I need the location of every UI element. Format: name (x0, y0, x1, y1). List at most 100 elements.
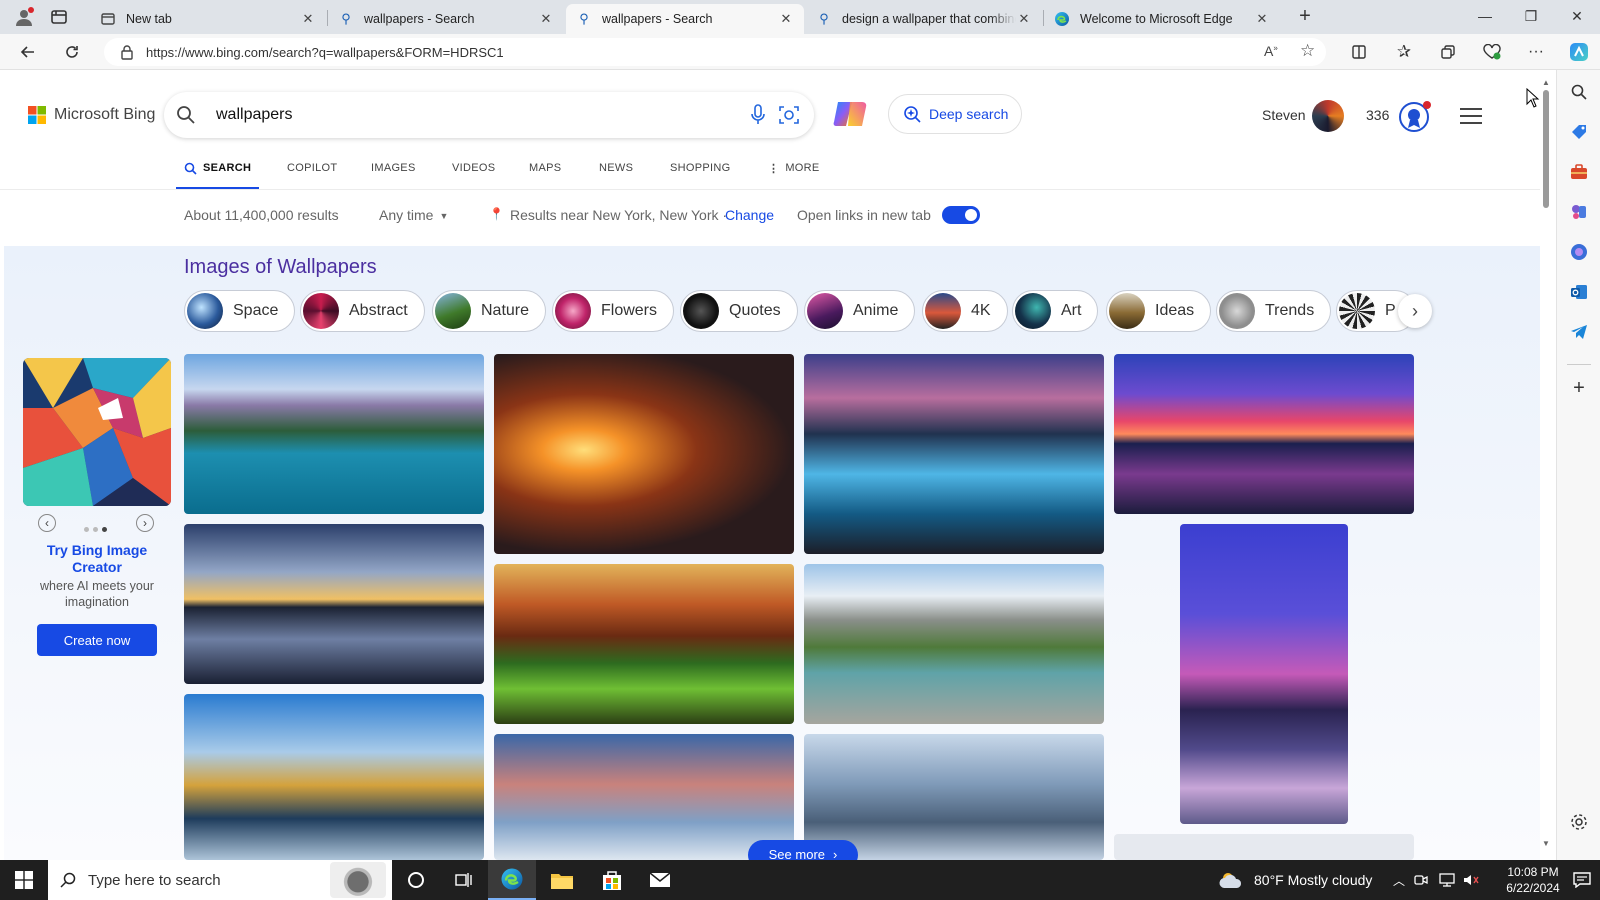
close-tab-icon[interactable]: ✕ (1016, 11, 1032, 27)
carousel-prev-icon[interactable]: ‹ (38, 514, 56, 532)
browser-essentials-icon[interactable] (1478, 38, 1506, 66)
creator-artwork[interactable] (23, 358, 171, 506)
chip-nature[interactable]: Nature (432, 290, 547, 332)
mail-icon[interactable] (636, 860, 684, 900)
tab-more[interactable]: ⋮ MORE (768, 162, 820, 190)
search-box[interactable]: wallpapers (164, 92, 814, 138)
chip-art[interactable]: Art (1012, 290, 1099, 332)
back-arrow-icon[interactable] (14, 38, 42, 66)
wallpaper-mountain-lake-reflection[interactable] (804, 564, 1104, 724)
visual-search-icon[interactable] (778, 104, 800, 131)
close-tab-icon[interactable]: ✕ (778, 11, 794, 27)
tab-videos[interactable]: VIDEOS (452, 162, 495, 190)
create-now-button[interactable]: Create now (37, 624, 157, 656)
new-tab-plus-icon[interactable]: + (1294, 6, 1316, 28)
volume-muted-icon[interactable] (1462, 860, 1480, 900)
chip-abstract[interactable]: Abstract (300, 290, 425, 332)
file-explorer-icon[interactable] (538, 860, 586, 900)
copilot-logo-icon[interactable] (832, 96, 870, 137)
tab-copilot[interactable]: COPILOT (287, 162, 337, 190)
tab-news[interactable]: NEWS (599, 162, 633, 190)
open-links-toggle[interactable] (942, 206, 980, 224)
sidebar-shopping-icon[interactable] (1567, 120, 1591, 144)
tab-images[interactable]: IMAGES (371, 162, 416, 190)
page-scrollbar[interactable]: ▲ ▼ (1540, 78, 1552, 848)
wallpaper-purple-peaks-vertical[interactable] (1180, 524, 1348, 824)
network-icon[interactable] (1438, 860, 1456, 900)
profile-icon[interactable] (12, 6, 36, 28)
tab-welcome-edge[interactable]: Welcome to Microsoft Edge ✕ (1044, 4, 1280, 34)
tab-actions-icon[interactable] (50, 8, 70, 26)
microphone-icon[interactable] (750, 104, 766, 131)
show-hidden-icons-icon[interactable]: ︿ (1390, 860, 1408, 900)
more-menu-icon[interactable]: ··· (1522, 38, 1550, 66)
wallpaper-partial[interactable] (1114, 834, 1414, 860)
favorite-star-icon[interactable]: ☆ (1300, 41, 1315, 61)
wallpaper-pink-sky[interactable] (494, 734, 794, 860)
minimize-icon[interactable]: — (1462, 0, 1508, 32)
meet-now-icon[interactable] (1412, 860, 1430, 900)
read-aloud-icon[interactable]: A» (1264, 43, 1278, 59)
taskbar-edge-icon[interactable] (488, 860, 536, 900)
wallpaper-autumn-forest-pond[interactable] (494, 564, 794, 724)
chips-next-arrow-icon[interactable]: › (1398, 294, 1432, 328)
close-window-icon[interactable]: ✕ (1554, 0, 1600, 32)
sidebar-telegram-icon[interactable] (1567, 320, 1591, 344)
copilot-icon[interactable] (1565, 38, 1593, 66)
avatar[interactable] (1312, 100, 1344, 132)
scrollbar-thumb[interactable] (1543, 90, 1549, 208)
images-section-title[interactable]: Images of Wallpapers (184, 256, 377, 279)
tab-shopping[interactable]: SHOPPING (670, 162, 730, 190)
notifications-icon[interactable] (1568, 860, 1596, 900)
cortana-icon[interactable] (392, 860, 440, 900)
address-bar[interactable]: https://www.bing.com/search?q=wallpapers… (104, 38, 1326, 66)
weather-cloud-icon[interactable] (1216, 860, 1246, 900)
tab-search[interactable]: SEARCH (176, 162, 260, 190)
collections-icon[interactable] (1434, 38, 1462, 66)
split-screen-icon[interactable] (1345, 38, 1373, 66)
restore-icon[interactable]: ❐ (1508, 0, 1554, 32)
wallpaper-pink-city-sunset[interactable] (1114, 354, 1414, 514)
rewards-medal-icon[interactable] (1398, 100, 1432, 139)
tab-wallpapers-search-active[interactable]: ⚲ wallpapers - Search ✕ (566, 4, 804, 34)
sidebar-copilot-office-icon[interactable] (1567, 240, 1591, 264)
sidebar-outlook-icon[interactable] (1567, 280, 1591, 304)
search-icon[interactable] (176, 105, 196, 130)
change-location-link[interactable]: Change (725, 207, 774, 223)
chip-flowers[interactable]: Flowers (552, 290, 675, 332)
sidebar-games-icon[interactable] (1567, 200, 1591, 224)
task-view-icon[interactable] (440, 860, 488, 900)
tab-new-tab[interactable]: New tab ✕ (90, 4, 326, 34)
microsoft-store-icon[interactable] (588, 860, 636, 900)
wallpaper-waterfall[interactable] (804, 354, 1104, 554)
tab-maps[interactable]: MAPS (529, 162, 561, 190)
taskbar-search-box[interactable]: Type here to search (48, 860, 392, 900)
tab-wallpapers-search[interactable]: ⚲ wallpapers - Search ✕ (328, 4, 564, 34)
carousel-next-icon[interactable]: › (136, 514, 154, 532)
chip-ideas[interactable]: Ideas (1106, 290, 1212, 332)
close-tab-icon[interactable]: ✕ (1254, 11, 1270, 27)
favorites-icon[interactable]: ✰ (1390, 38, 1418, 66)
sidebar-search-icon[interactable] (1567, 80, 1591, 104)
rewards-points[interactable]: 336 (1366, 107, 1389, 123)
close-tab-icon[interactable]: ✕ (300, 11, 316, 27)
chip-space[interactable]: Space (184, 290, 296, 332)
wallpaper-autumn-mountain-lake[interactable] (184, 694, 484, 860)
lock-icon[interactable] (120, 44, 134, 63)
sidebar-add-icon[interactable]: + (1567, 376, 1591, 400)
weather-text[interactable]: 80°F Mostly cloudy (1254, 860, 1372, 900)
windows-start-icon[interactable] (0, 860, 48, 900)
chip-trends[interactable]: Trends (1216, 290, 1332, 332)
system-clock[interactable]: 10:08 PM 6/22/2024 (1490, 860, 1576, 900)
see-more-button[interactable]: See more › (748, 840, 858, 860)
sidebar-tools-icon[interactable] (1567, 160, 1591, 184)
user-name[interactable]: Steven (1262, 107, 1306, 123)
any-time-dropdown[interactable]: Any time ▼ (379, 207, 448, 225)
wallpaper-lake-mountains[interactable] (184, 354, 484, 514)
deep-search-button[interactable]: Deep search (888, 94, 1022, 134)
search-input[interactable]: wallpapers (216, 106, 292, 124)
tab-design-wallpaper[interactable]: ⚲ design a wallpaper that combine ✕ (806, 4, 1042, 34)
wallpaper-cloudy-sunset-lake[interactable] (184, 524, 484, 684)
chip-quotes[interactable]: Quotes (680, 290, 798, 332)
sidebar-settings-gear-icon[interactable] (1567, 810, 1591, 834)
